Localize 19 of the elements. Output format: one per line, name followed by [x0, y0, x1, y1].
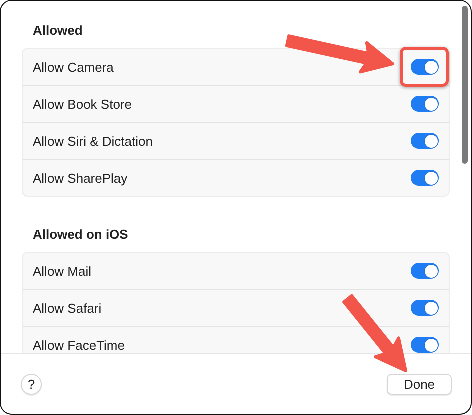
help-button[interactable]: ?	[21, 374, 42, 394]
toggle-switch[interactable]	[411, 170, 439, 186]
setting-label: Allow FaceTime	[33, 338, 125, 352]
setting-label: Allow Siri & Dictation	[33, 134, 153, 148]
toggle-switch[interactable]	[411, 96, 439, 112]
toggle-switch[interactable]	[411, 263, 439, 279]
section-heading: Allowed on iOS	[33, 227, 128, 243]
setting-label: Allow Book Store	[33, 96, 132, 112]
setting-label: Allow Camera	[33, 60, 114, 74]
setting-label: Allow Mail	[33, 264, 92, 278]
setting-label: Allow SharePlay	[33, 170, 128, 186]
toggle-switch[interactable]	[411, 133, 439, 149]
scrollbar[interactable]	[462, 6, 468, 164]
toggle-switch[interactable]	[411, 337, 439, 353]
toggle-switch[interactable]	[411, 300, 439, 316]
done-button[interactable]: Done	[387, 374, 452, 394]
toggle-switch[interactable]	[411, 59, 439, 75]
setting-label: Allow Safari	[33, 300, 102, 316]
section-heading: Allowed	[33, 23, 83, 39]
